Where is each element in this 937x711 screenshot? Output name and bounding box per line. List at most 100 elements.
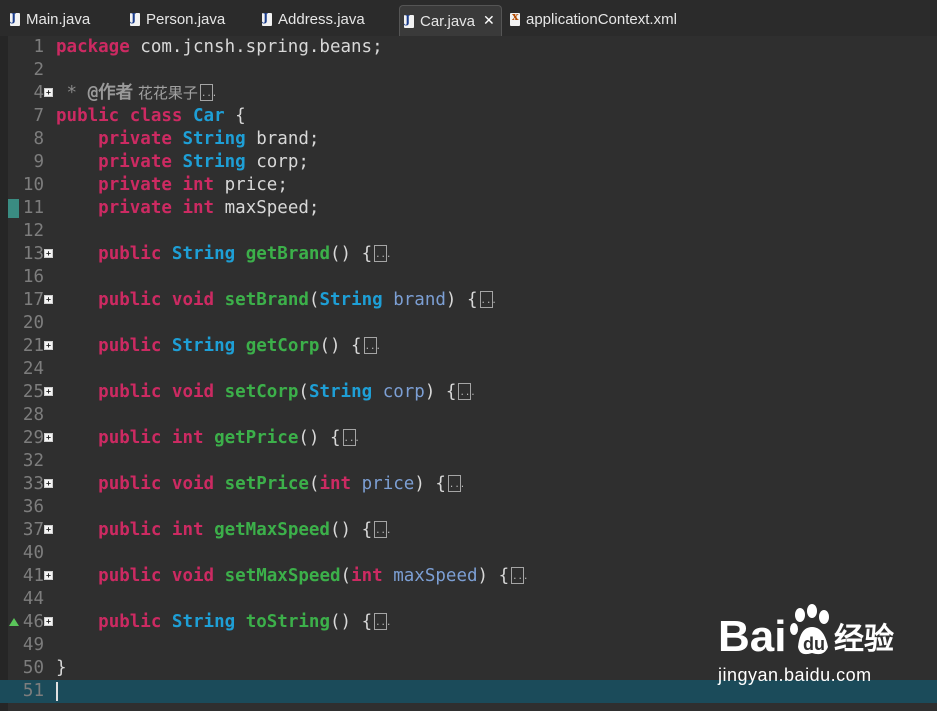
line-number: 16 <box>22 267 44 287</box>
primitive-type: int <box>171 520 204 540</box>
method-signature: () { <box>329 244 373 264</box>
code-line: 24 <box>0 358 937 381</box>
parameter-name: price <box>361 474 415 494</box>
line-number: 50 <box>22 658 44 678</box>
keyword: public <box>98 612 162 632</box>
code-line: 2 <box>0 59 937 82</box>
comment-author: 花花果子 <box>133 84 198 102</box>
java-file-icon <box>262 11 272 26</box>
semicolon: ; <box>308 198 320 218</box>
expand-fold-icon[interactable]: + <box>44 295 53 304</box>
keyword: public <box>98 290 162 310</box>
primitive-type: int <box>182 175 215 195</box>
line-number: 46 <box>22 612 44 632</box>
tab-car-java[interactable]: Car.java ✕ <box>399 5 502 36</box>
code-line: 11 private int maxSpeed; <box>0 197 937 220</box>
code-line: 46 + public String toString() { <box>0 611 937 635</box>
code-line: 16 <box>0 266 937 289</box>
expand-fold-icon[interactable]: + <box>44 341 53 350</box>
expand-fold-icon[interactable]: + <box>44 617 53 626</box>
line-number: 24 <box>22 359 44 379</box>
field-name: price <box>224 175 278 195</box>
folded-code-icon[interactable] <box>511 566 528 589</box>
keyword: void <box>171 474 215 494</box>
line-number: 29 <box>22 428 44 448</box>
parameter-name: maxSpeed <box>393 566 478 586</box>
line-number: 12 <box>22 221 44 241</box>
line-number: 33 <box>22 474 44 494</box>
primitive-type: int <box>171 428 204 448</box>
primitive-type: int <box>319 474 352 494</box>
semicolon: ; <box>277 175 288 195</box>
field-name: maxSpeed <box>224 198 309 218</box>
keyword: void <box>171 566 215 586</box>
folded-code-icon[interactable] <box>199 83 217 106</box>
code-line: 41 + public void setMaxSpeed(int maxSpee… <box>0 565 937 589</box>
parameter-name: brand <box>393 290 446 310</box>
current-code-line[interactable]: 51 <box>0 680 937 703</box>
type: String <box>308 382 373 402</box>
folded-code-icon[interactable] <box>363 336 381 359</box>
code-line: 29 + public int getPrice() { <box>0 427 937 451</box>
keyword: private <box>98 198 172 218</box>
code-line: 36 <box>0 496 937 519</box>
code-line: 1 package com.jcnsh.spring.beans; <box>0 36 937 59</box>
method-name: getMaxSpeed <box>214 520 330 540</box>
expand-fold-icon[interactable]: + <box>44 571 53 580</box>
expand-fold-icon[interactable]: + <box>44 479 53 488</box>
code-line: 20 <box>0 312 937 335</box>
tab-address-java[interactable]: Address.java <box>262 6 365 32</box>
method-signature: ) { <box>445 290 478 310</box>
code-line: 49 <box>0 634 937 657</box>
folded-code-icon[interactable] <box>479 290 497 313</box>
code-line: 33 + public void setPrice(int price) { <box>0 473 937 497</box>
folded-code-icon[interactable] <box>374 244 391 267</box>
code-editor[interactable]: 1 package com.jcnsh.spring.beans; 2 4 + … <box>0 36 937 711</box>
expand-fold-icon[interactable]: + <box>44 525 53 534</box>
keyword: void <box>171 290 215 310</box>
tab-application-context-xml[interactable]: applicationContext.xml <box>510 6 677 32</box>
tab-main-java[interactable]: Main.java <box>10 6 90 32</box>
expand-fold-icon[interactable]: + <box>44 249 53 258</box>
line-number: 8 <box>33 129 44 149</box>
type: String <box>182 152 246 172</box>
line-number: 37 <box>22 520 44 540</box>
tab-label: Main.java <box>26 10 91 28</box>
method-signature: () { <box>329 520 373 540</box>
method-name: setBrand <box>224 290 309 310</box>
method-signature: ) { <box>414 474 446 494</box>
method-signature: ) { <box>477 566 510 586</box>
code-line: 8 private String brand; <box>0 128 937 151</box>
line-number: 13 <box>22 244 44 264</box>
parameter-name: corp <box>382 382 425 402</box>
folded-code-icon[interactable] <box>374 520 391 543</box>
comment-star: * <box>56 83 88 103</box>
keyword: private <box>98 129 172 149</box>
line-number: 7 <box>33 106 44 126</box>
keyword: public <box>98 566 162 586</box>
type: String <box>171 612 236 632</box>
code-line: 40 <box>0 542 937 565</box>
folded-code-icon[interactable] <box>447 474 465 497</box>
line-number: 1 <box>33 37 44 57</box>
expand-fold-icon[interactable]: + <box>44 387 53 396</box>
code-line: 7 public class Car { <box>0 105 937 128</box>
folded-code-icon[interactable] <box>374 612 391 635</box>
expand-fold-icon[interactable]: + <box>44 88 53 97</box>
line-number: 2 <box>33 60 44 80</box>
expand-fold-icon[interactable]: + <box>44 433 53 442</box>
folded-code-icon[interactable] <box>458 382 476 405</box>
tab-label: Address.java <box>278 10 365 28</box>
line-number: 44 <box>22 589 44 609</box>
package-name: com.jcnsh.spring.beans; <box>129 37 383 57</box>
tab-person-java[interactable]: Person.java <box>130 6 225 32</box>
code-line: 17 + public void setBrand(String brand) … <box>0 289 937 313</box>
code-line: 10 private int price; <box>0 174 937 197</box>
primitive-type: int <box>182 198 215 218</box>
close-icon[interactable]: ✕ <box>483 13 495 29</box>
keyword: public <box>98 382 162 402</box>
line-number: 41 <box>22 566 44 586</box>
code-line: 13 + public String getBrand() { <box>0 243 937 267</box>
folded-code-icon[interactable] <box>342 428 360 451</box>
text-caret <box>56 682 58 701</box>
